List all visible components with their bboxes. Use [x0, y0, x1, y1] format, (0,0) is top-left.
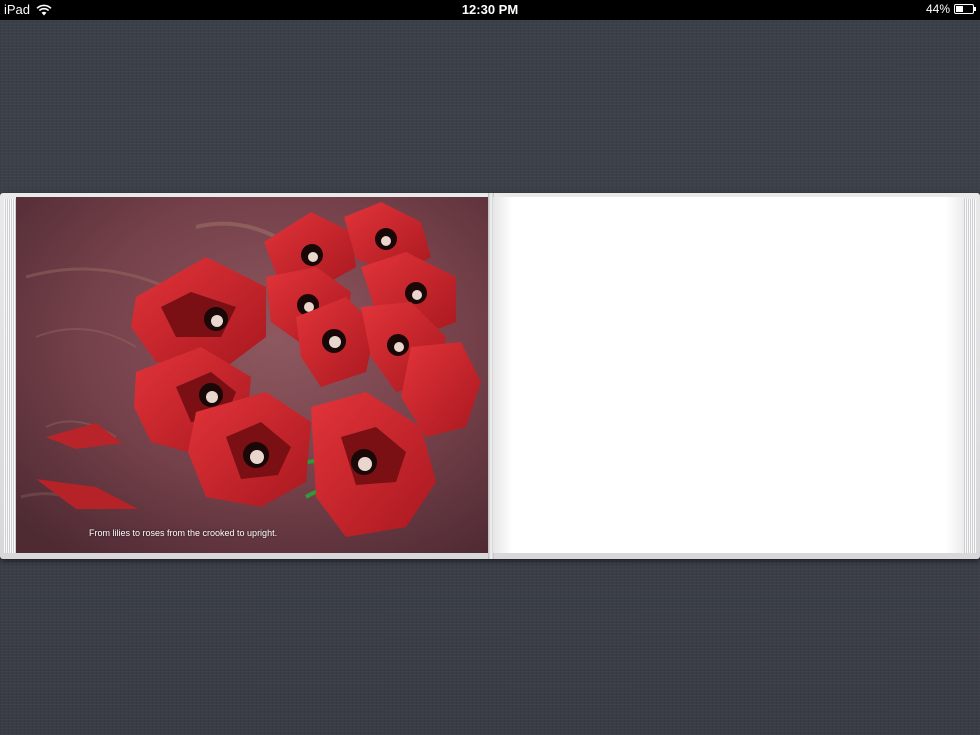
- status-time: 12:30 PM: [461, 2, 519, 17]
- battery-percent: 44%: [925, 2, 950, 16]
- page-stack-left: [4, 199, 16, 553]
- right-page[interactable]: [493, 197, 964, 553]
- status-bar: iPad 12:30 PM 44%: [0, 0, 980, 20]
- battery-icon: [954, 4, 976, 14]
- status-right: 44%: [925, 2, 976, 16]
- battery-fill: [956, 6, 963, 12]
- poppy-illustration: [16, 197, 490, 553]
- book: From lilies to roses from the crooked to…: [0, 193, 980, 559]
- page-caption: From lilies to roses from the crooked to…: [89, 528, 278, 538]
- page-stack-right: [964, 199, 976, 553]
- left-page[interactable]: From lilies to roses from the crooked to…: [16, 197, 490, 553]
